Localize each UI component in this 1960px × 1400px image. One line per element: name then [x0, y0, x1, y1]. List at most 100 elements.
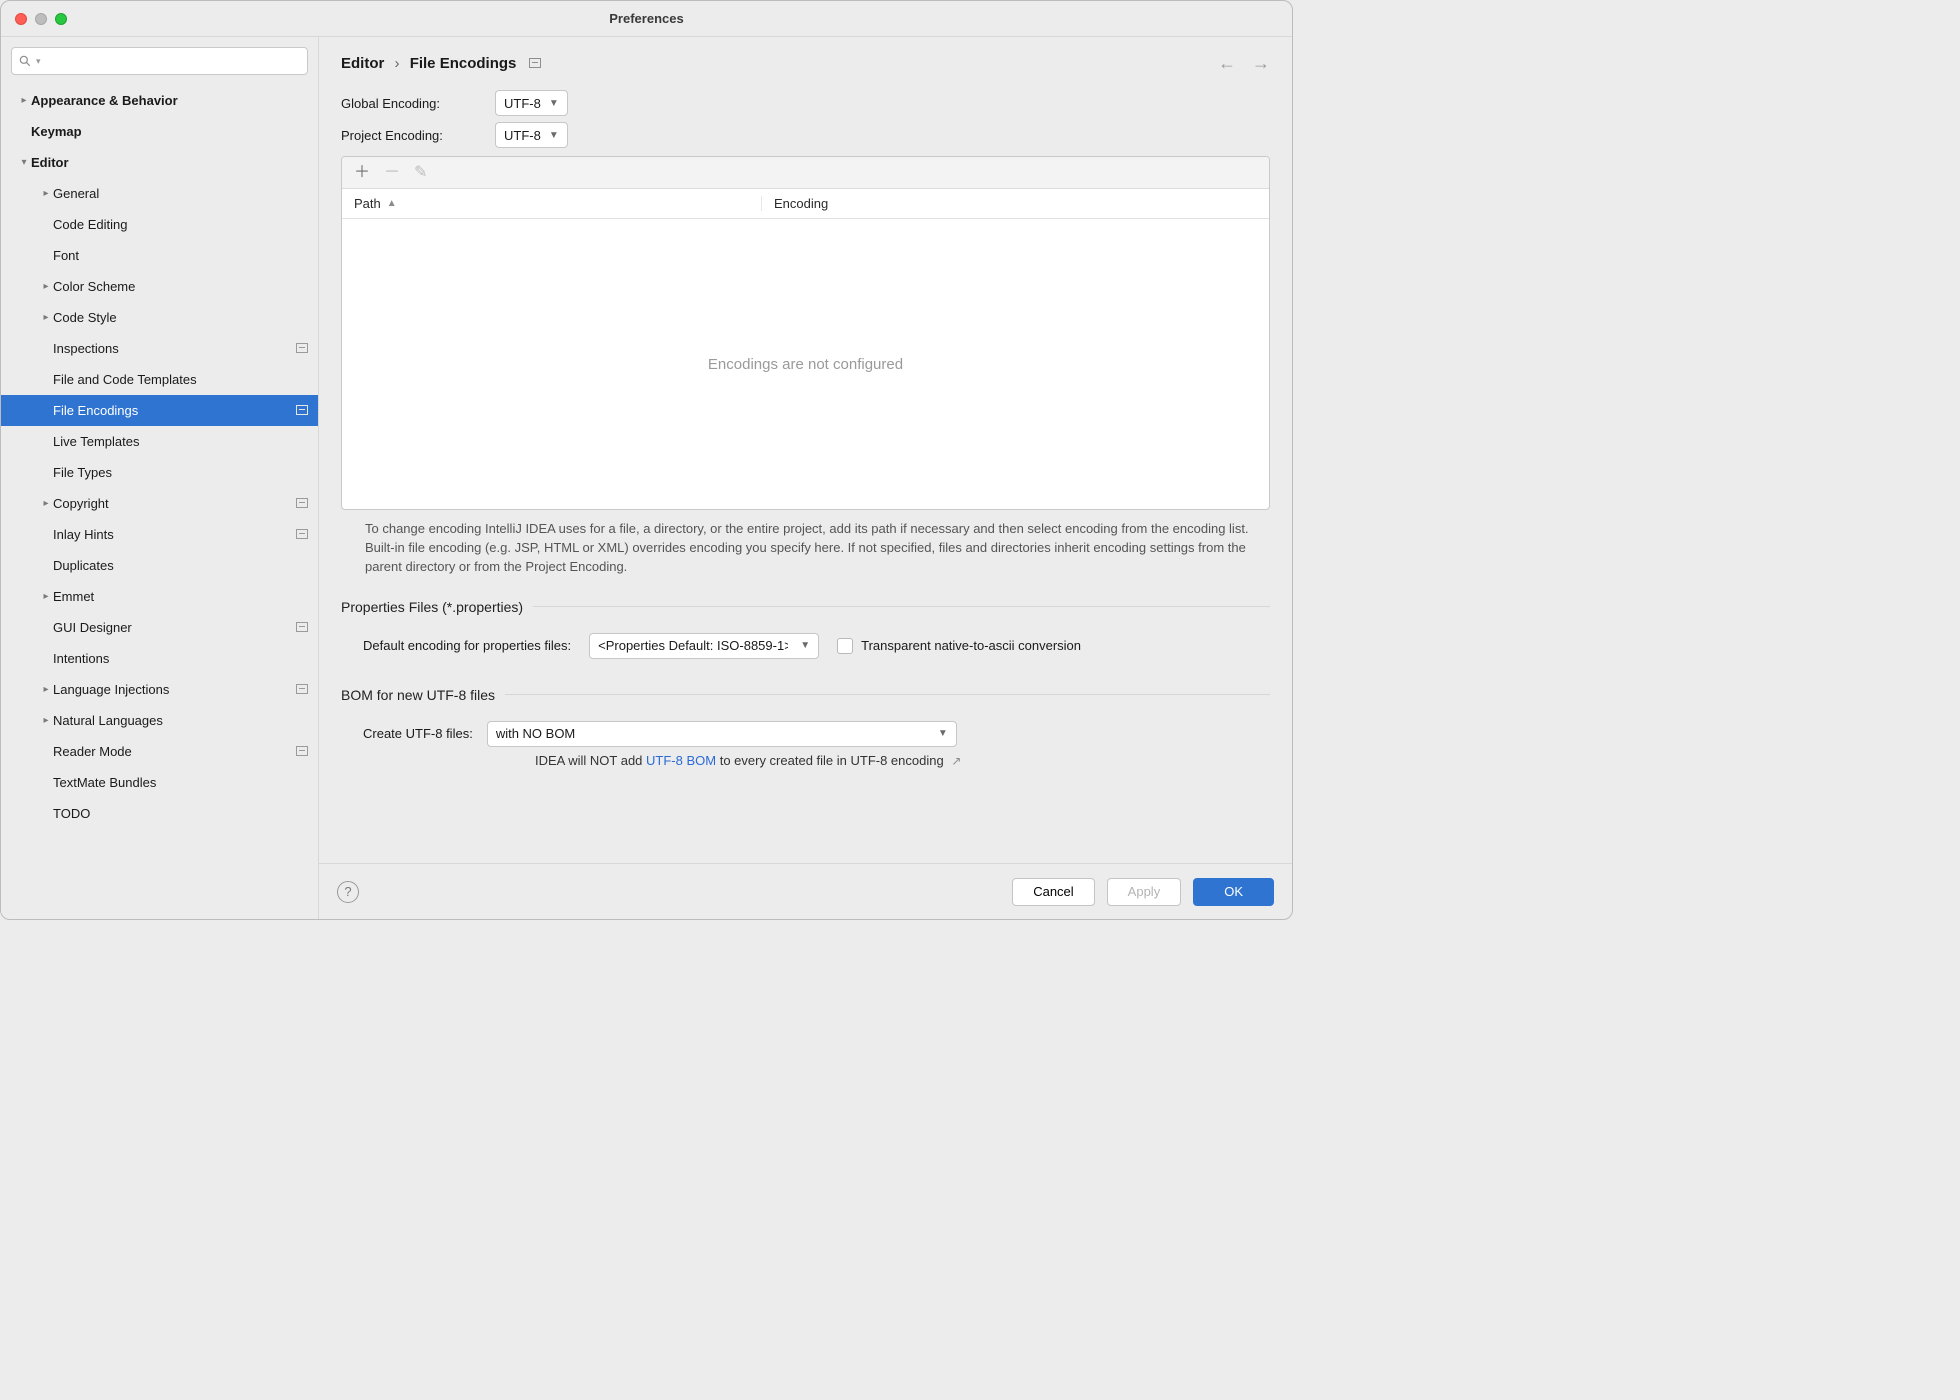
project-encoding-label: Project Encoding:	[341, 128, 481, 143]
sidebar-item-editor[interactable]: ▾Editor	[1, 147, 318, 178]
sidebar-item-natural-languages[interactable]: ▸Natural Languages	[1, 705, 318, 736]
sidebar-item-file-and-code-templates[interactable]: File and Code Templates	[1, 364, 318, 395]
sidebar-item-textmate-bundles[interactable]: TextMate Bundles	[1, 767, 318, 798]
sidebar-item-label: File Types	[53, 465, 112, 480]
sidebar-item-code-style[interactable]: ▸Code Style	[1, 302, 318, 333]
dialog-footer: ? Cancel Apply OK	[319, 863, 1292, 919]
utf8-bom-link[interactable]: UTF-8 BOM	[646, 753, 716, 768]
expand-icon: ▸	[39, 684, 53, 695]
sidebar-item-general[interactable]: ▸General	[1, 178, 318, 209]
external-link-icon[interactable]: ↗	[951, 754, 961, 768]
table-header: Path ▲ Encoding	[342, 189, 1269, 219]
sidebar-item-label: Inspections	[53, 341, 119, 356]
chevron-down-icon: ▼	[549, 98, 559, 109]
sidebar-item-keymap[interactable]: Keymap	[1, 116, 318, 147]
sidebar: ▾ ▸Appearance & BehaviorKeymap▾Editor▸Ge…	[1, 37, 319, 919]
breadcrumb-sep: ›	[395, 55, 400, 72]
sidebar-item-label: General	[53, 186, 99, 201]
cancel-button[interactable]: Cancel	[1012, 878, 1094, 906]
sidebar-item-language-injections[interactable]: ▸Language Injections	[1, 674, 318, 705]
project-scope-icon	[296, 682, 308, 697]
sidebar-item-label: Live Templates	[53, 434, 139, 449]
back-icon[interactable]: ←	[1218, 53, 1236, 74]
chevron-down-icon: ▼	[800, 640, 810, 651]
sidebar-item-live-templates[interactable]: Live Templates	[1, 426, 318, 457]
properties-default-value: <Properties Default: ISO-8859-1>	[598, 638, 788, 653]
global-encoding-dropdown[interactable]: UTF-8 ▼	[495, 90, 568, 116]
edit-icon[interactable]: ✎	[414, 165, 427, 181]
sidebar-item-label: Reader Mode	[53, 744, 132, 759]
sidebar-item-copyright[interactable]: ▸Copyright	[1, 488, 318, 519]
global-encoding-label: Global Encoding:	[341, 96, 481, 111]
help-icon[interactable]: ?	[337, 881, 359, 903]
sidebar-item-label: TODO	[53, 806, 90, 821]
sidebar-item-inspections[interactable]: Inspections	[1, 333, 318, 364]
sidebar-item-file-types[interactable]: File Types	[1, 457, 318, 488]
divider	[533, 606, 1270, 607]
checkbox-icon	[837, 638, 853, 654]
help-text: To change encoding IntelliJ IDEA uses fo…	[341, 510, 1270, 581]
sidebar-item-label: GUI Designer	[53, 620, 132, 635]
native-to-ascii-checkbox[interactable]: Transparent native-to-ascii conversion	[837, 638, 1081, 654]
native-to-ascii-label: Transparent native-to-ascii conversion	[861, 638, 1081, 653]
search-input[interactable]: ▾	[11, 47, 308, 75]
dropdown-caret-icon: ▾	[36, 56, 41, 67]
chevron-down-icon: ▼	[549, 130, 559, 141]
project-scope-icon	[529, 55, 541, 72]
sidebar-item-label: File Encodings	[53, 403, 138, 418]
sidebar-item-color-scheme[interactable]: ▸Color Scheme	[1, 271, 318, 302]
bom-note: IDEA will NOT add UTF-8 BOM to every cre…	[535, 753, 961, 768]
divider	[505, 694, 1270, 695]
search-icon	[18, 54, 32, 68]
project-scope-icon	[296, 620, 308, 635]
sidebar-item-intentions[interactable]: Intentions	[1, 643, 318, 674]
sidebar-item-label: File and Code Templates	[53, 372, 197, 387]
expand-icon: ▸	[39, 188, 53, 199]
sidebar-item-gui-designer[interactable]: GUI Designer	[1, 612, 318, 643]
sidebar-item-label: Duplicates	[53, 558, 114, 573]
project-encoding-value: UTF-8	[504, 128, 541, 143]
breadcrumb-root[interactable]: Editor	[341, 55, 384, 72]
sidebar-item-label: Copyright	[53, 496, 109, 511]
sidebar-item-label: Emmet	[53, 589, 94, 604]
sidebar-item-label: Font	[53, 248, 79, 263]
global-encoding-value: UTF-8	[504, 96, 541, 111]
properties-section-title: Properties Files (*.properties)	[341, 599, 523, 615]
sidebar-item-label: Inlay Hints	[53, 527, 114, 542]
sidebar-item-file-encodings[interactable]: File Encodings	[1, 395, 318, 426]
add-icon[interactable]: ＋	[354, 165, 370, 181]
ok-button[interactable]: OK	[1193, 878, 1274, 906]
sidebar-item-todo[interactable]: TODO	[1, 798, 318, 829]
bom-section-title: BOM for new UTF-8 files	[341, 687, 495, 703]
apply-button[interactable]: Apply	[1107, 878, 1182, 906]
sidebar-item-reader-mode[interactable]: Reader Mode	[1, 736, 318, 767]
expand-icon: ▾	[17, 157, 31, 168]
breadcrumb: Editor › File Encodings	[341, 55, 541, 72]
sidebar-item-label: Keymap	[31, 124, 82, 139]
sidebar-item-duplicates[interactable]: Duplicates	[1, 550, 318, 581]
sidebar-item-font[interactable]: Font	[1, 240, 318, 271]
sidebar-item-emmet[interactable]: ▸Emmet	[1, 581, 318, 612]
project-encoding-dropdown[interactable]: UTF-8 ▼	[495, 122, 568, 148]
sidebar-item-label: Intentions	[53, 651, 109, 666]
sidebar-item-label: Language Injections	[53, 682, 169, 697]
sidebar-item-label: Appearance & Behavior	[31, 93, 178, 108]
column-path[interactable]: Path ▲	[342, 196, 762, 211]
settings-tree[interactable]: ▸Appearance & BehaviorKeymap▾Editor▸Gene…	[1, 83, 318, 919]
expand-icon: ▸	[39, 312, 53, 323]
sidebar-item-code-editing[interactable]: Code Editing	[1, 209, 318, 240]
create-utf8-dropdown[interactable]: with NO BOM ▼	[487, 721, 957, 747]
remove-icon[interactable]: －	[384, 165, 400, 181]
search-field[interactable]	[45, 53, 301, 70]
sidebar-item-label: TextMate Bundles	[53, 775, 156, 790]
properties-default-dropdown[interactable]: <Properties Default: ISO-8859-1> ▼	[589, 633, 819, 659]
expand-icon: ▸	[39, 591, 53, 602]
encodings-table: ＋ － ✎ Path ▲ Encoding Encodings are not	[341, 156, 1270, 510]
create-utf8-label: Create UTF-8 files:	[363, 726, 473, 741]
sidebar-item-appearance-behavior[interactable]: ▸Appearance & Behavior	[1, 85, 318, 116]
forward-icon[interactable]: →	[1252, 53, 1270, 74]
column-encoding[interactable]: Encoding	[762, 196, 1269, 211]
sidebar-item-inlay-hints[interactable]: Inlay Hints	[1, 519, 318, 550]
table-toolbar: ＋ － ✎	[342, 157, 1269, 189]
breadcrumb-current: File Encodings	[410, 55, 517, 72]
